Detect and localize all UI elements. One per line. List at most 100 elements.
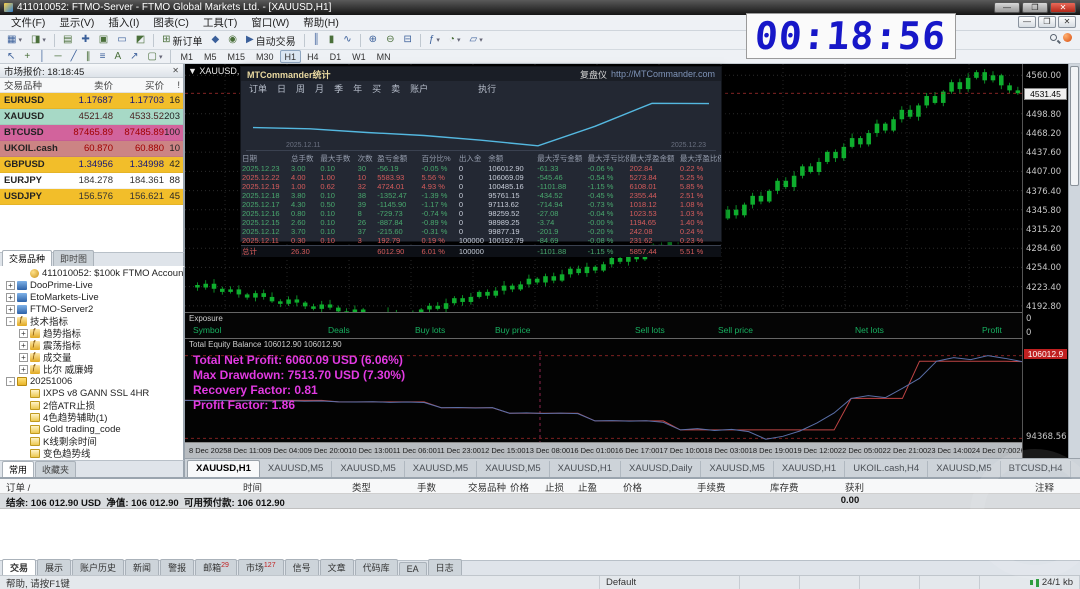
timeframe-h4[interactable]: H4 — [302, 50, 324, 63]
terminal-col-header[interactable]: 手数 — [417, 480, 436, 494]
navigator-item[interactable]: 变色趋势线 — [0, 447, 183, 459]
stats-row[interactable]: 2025.12.224.001.00105583.935.56 %0106069… — [241, 173, 721, 182]
chart-tab[interactable]: XAUUSD,M5 — [477, 461, 549, 477]
stats-row[interactable]: 2025.12.110.300.103192.790.19 %100000100… — [241, 236, 721, 246]
close-button[interactable]: ✕ — [1050, 2, 1076, 13]
terminal-tab-账户历史[interactable]: 账户历史 — [72, 559, 124, 575]
terminal-panel-button[interactable]: ▭ — [113, 33, 130, 48]
community-icon[interactable] — [1063, 33, 1072, 42]
stats-row[interactable]: 2025.12.152.600.1026-887.84-0.89 %098989… — [241, 218, 721, 227]
navigator-item[interactable]: K线剩余时间 — [0, 435, 183, 447]
zoom-in-button[interactable]: ⊕ — [365, 33, 381, 48]
timeframe-mn[interactable]: MN — [372, 50, 396, 63]
mtcommander-tab[interactable]: 周 — [296, 82, 305, 95]
mtcommander-url[interactable]: http://MTCommander.com — [611, 69, 715, 79]
navigator-item[interactable]: -技术指标 — [0, 315, 183, 327]
candle-chart-button[interactable]: ▮ — [325, 33, 339, 48]
equidistant-channel-button[interactable]: ∥ — [82, 49, 95, 64]
terminal-tab-新闻[interactable]: 新闻 — [125, 559, 159, 575]
market-row[interactable]: GBPUSD1.349561.3499842 — [0, 157, 183, 173]
text-label-button[interactable]: A — [110, 49, 125, 64]
terminal-tab-日志[interactable]: 日志 — [428, 559, 462, 575]
stats-row[interactable]: 2025.12.233.000.1030-56.19-0.05 %0106012… — [241, 164, 721, 173]
status-profile[interactable]: Default — [600, 576, 740, 589]
tree-expander-icon[interactable]: - — [6, 317, 15, 326]
terminal-col-header[interactable]: 止盈 — [578, 480, 597, 494]
menu-item[interactable]: 窗口(W) — [244, 14, 296, 31]
navigator-item[interactable]: -20251006 — [0, 375, 183, 387]
chart-tab[interactable]: XAUUSD,H1 — [550, 461, 621, 477]
timeframe-w1[interactable]: W1 — [347, 50, 371, 63]
stats-row[interactable]: 2025.12.123.700.1037-215.60-0.31 %099877… — [241, 227, 721, 236]
market-watch-button[interactable]: ▤ — [59, 33, 76, 48]
child-restore-button[interactable]: ❐ — [1038, 16, 1056, 28]
market-row[interactable]: USDJPY156.576156.62145 — [0, 189, 183, 205]
terminal-tab-交易[interactable]: 交易 — [2, 559, 36, 575]
child-minimize-button[interactable]: — — [1018, 16, 1036, 28]
periods-button[interactable]: ◔▾ — [445, 33, 465, 48]
stats-row[interactable]: 2025.12.174.300.5039-1145.90-1.17 %09711… — [241, 200, 721, 209]
terminal-col-header[interactable]: 时间 — [243, 480, 262, 494]
navigator-item[interactable]: +趋势指标 — [0, 327, 183, 339]
market-watch-tab[interactable]: 即时图 — [53, 250, 94, 266]
chart-tab[interactable]: BTCUSD,H4 — [1001, 461, 1072, 477]
mtcommander-tab[interactable]: 卖 — [391, 82, 400, 95]
mtcommander-tab[interactable]: 买 — [372, 82, 381, 95]
attach-button[interactable]: ◉ — [224, 33, 241, 48]
tree-expander-icon[interactable]: + — [6, 281, 15, 290]
terminal-col-header[interactable]: 止损 — [545, 480, 564, 494]
timeframe-m1[interactable]: M1 — [175, 50, 198, 63]
auto-trading-button[interactable]: ▶自动交易 — [242, 33, 300, 48]
child-close-button[interactable]: ✕ — [1058, 16, 1076, 28]
chart-tab[interactable]: XAUUSD,H1 — [774, 461, 845, 477]
menu-item[interactable]: 工具(T) — [196, 14, 244, 31]
mtcommander-tab[interactable]: 账户 — [410, 82, 428, 95]
terminal-col-header[interactable]: 手续费 — [697, 480, 726, 494]
terminal-tab-警报[interactable]: 警报 — [160, 559, 194, 575]
market-row[interactable]: EURUSD1.176871.1770316 — [0, 93, 183, 109]
navigator-button[interactable]: ▣ — [95, 33, 112, 48]
terminal-col-header[interactable]: 库存费 — [770, 480, 799, 494]
tile-windows-button[interactable]: ⊟ — [399, 33, 415, 48]
menu-item[interactable]: 插入(I) — [101, 14, 146, 31]
navigator-item[interactable]: 411010052: $100k FTMO Account — [0, 267, 183, 279]
terminal-col-header[interactable]: 交易品种 — [468, 480, 506, 494]
chart-tab[interactable]: XAUUSD,M5 — [701, 461, 773, 477]
chart-tab[interactable]: XAUUSD,Daily — [621, 461, 701, 477]
menu-item[interactable]: 图表(C) — [146, 14, 196, 31]
terminal-tab-代码库[interactable]: 代码库 — [355, 559, 398, 575]
terminal-col-header[interactable]: 价格 — [623, 480, 642, 494]
terminal-tab-文章[interactable]: 文章 — [320, 559, 354, 575]
tree-expander-icon[interactable]: + — [19, 341, 28, 350]
market-row[interactable]: BTCUSD87465.8987485.89100 — [0, 125, 183, 141]
bar-chart-button[interactable]: ║ — [309, 33, 324, 48]
line-chart-button[interactable]: ∿ — [339, 33, 355, 48]
menu-item[interactable]: 帮助(H) — [296, 14, 346, 31]
shapes-button[interactable]: ▢▾ — [144, 49, 167, 64]
mtcommander-tab[interactable]: 季 — [334, 82, 343, 95]
tree-expander-icon[interactable]: + — [19, 365, 28, 374]
navigator-item[interactable]: +EtoMarkets-Live — [0, 291, 183, 303]
navigator-tab[interactable]: 常用 — [2, 461, 34, 477]
zoom-out-button[interactable]: ⊖ — [382, 33, 398, 48]
chart-tab[interactable]: EURUSD,H4 — [1071, 461, 1080, 477]
navigator-item[interactable]: 4色趋势辅助(1) — [0, 411, 183, 423]
new-order-button[interactable]: ⊞新订单 — [158, 33, 206, 48]
chart-tab[interactable]: XAUUSD,M5 — [332, 461, 404, 477]
stats-row[interactable]: 2025.12.183.800.1038-1352.47-1.39 %09576… — [241, 191, 721, 200]
profiles-button[interactable]: ◨▾ — [27, 33, 50, 48]
tree-expander-icon[interactable]: + — [6, 293, 15, 302]
chart-scrollbar[interactable] — [1068, 64, 1080, 458]
chart-tab[interactable]: XAUUSD,M5 — [260, 461, 332, 477]
strategy-tester-button[interactable]: ◩ — [132, 33, 149, 48]
terminal-col-header[interactable]: 获利 — [845, 480, 864, 494]
chart-tab[interactable]: XAUUSD,M5 — [405, 461, 477, 477]
chart-tab[interactable]: UKOIL.cash,H4 — [845, 461, 928, 477]
equity-subwindow[interactable]: Total Equity Balance 106012.90 106012.90… — [185, 338, 1022, 442]
navigator-item[interactable]: +FTMO-Server2 — [0, 303, 183, 315]
terminal-tab-邮箱[interactable]: 邮箱29 — [195, 559, 237, 575]
timeframe-m30[interactable]: M30 — [251, 50, 279, 63]
market-watch-close-icon[interactable]: ✕ — [172, 66, 179, 75]
menu-item[interactable]: 文件(F) — [4, 14, 52, 31]
cursor-button[interactable]: ↖ — [3, 49, 19, 64]
